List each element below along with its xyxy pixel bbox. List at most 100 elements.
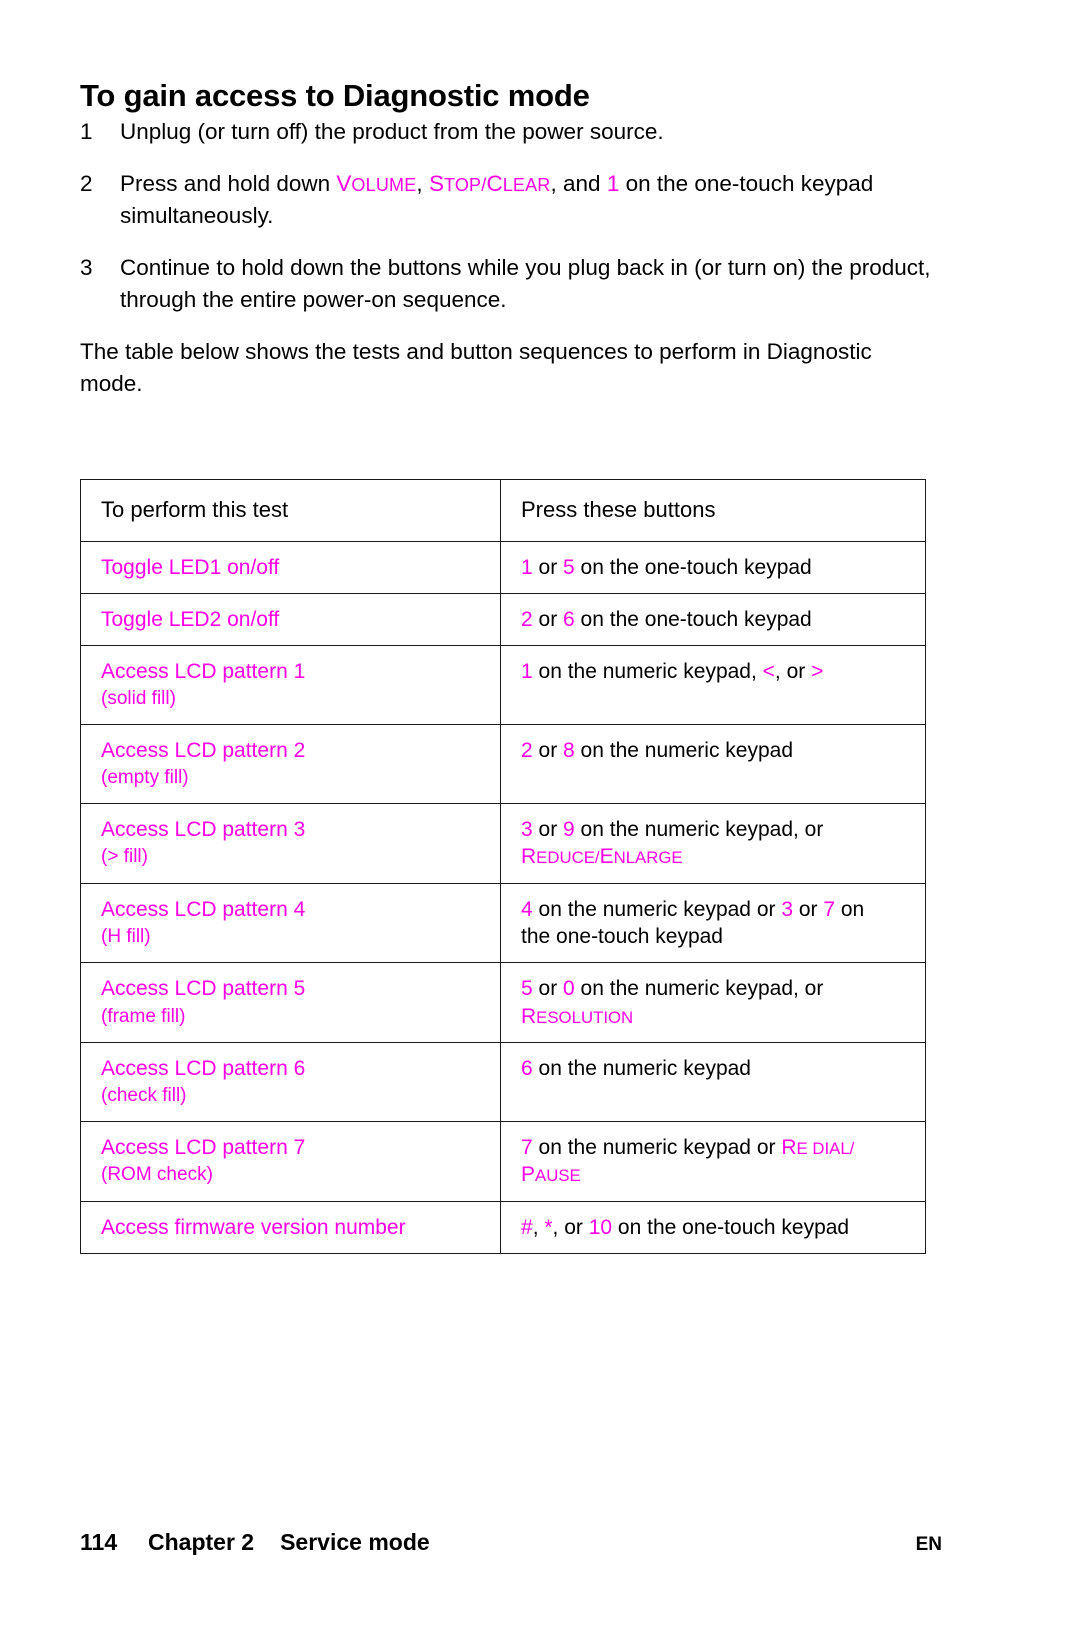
- diagnostic-tests-table: To perform this test Press these buttons…: [80, 479, 926, 1254]
- step-number: 2: [80, 170, 93, 196]
- press-text: or: [532, 607, 564, 631]
- footer-section-name: Service mode: [280, 1529, 430, 1555]
- cell-test-name: Access firmware version number: [80, 1200, 501, 1254]
- table-row: Access LCD pattern 2 (empty fill) 2 or 8 o…: [80, 724, 926, 805]
- press-text: or: [793, 897, 824, 921]
- footer-language-code: EN: [915, 1534, 942, 1555]
- button-key: 6: [521, 1056, 533, 1080]
- press-text: on the numeric keypad or: [532, 897, 782, 921]
- press-text: on the numeric keypad: [532, 1056, 751, 1080]
- button-key: 7: [823, 897, 836, 921]
- intro-paragraph: The table below shows the tests and butt…: [80, 338, 872, 396]
- button-key: 7: [521, 1135, 533, 1159]
- button-name-volume: VOLUME: [336, 170, 417, 196]
- button-key: 3: [781, 897, 794, 921]
- button-key: 5: [521, 977, 533, 1001]
- cell-press-buttons: 1 on the numeric keypad, <, or >: [500, 645, 926, 726]
- test-name-sublabel: (check fill): [101, 1085, 187, 1107]
- table-row: Access LCD pattern 7 (ROM check) 7 on the …: [80, 1120, 926, 1202]
- press-text: or: [532, 977, 564, 1001]
- button-key: 8: [563, 739, 575, 763]
- button-key: >: [811, 660, 824, 684]
- press-line: 5 or 0 on the numeric keypad, or: [521, 977, 823, 1000]
- button-key: 0: [563, 977, 575, 1001]
- button-key: #: [521, 1215, 533, 1239]
- press-line: 6 on the numeric keypad: [521, 1057, 751, 1080]
- press-line: 1 on the numeric keypad, <, or >: [521, 660, 823, 683]
- cell-press-buttons: 5 or 0 on the numeric keypad, or RESOLUTI…: [500, 962, 926, 1043]
- press-text: on the numeric keypad, or: [574, 977, 824, 1001]
- button-key: 9: [563, 818, 575, 842]
- column-header-test: To perform this test: [80, 479, 501, 542]
- cell-press-buttons: 6 on the numeric keypad: [500, 1041, 926, 1122]
- button-name-initial: R: [521, 845, 537, 869]
- test-name-label: Access firmware version number: [101, 1215, 406, 1239]
- cell-test-name: Access LCD pattern 4 (H fill): [80, 882, 501, 964]
- press-line: 2 or 6 on the one-touch keypad: [521, 608, 812, 631]
- button-key: <: [762, 660, 775, 684]
- table-row: Toggle LED1 on/off 1 or 5 on the one-touc…: [80, 540, 926, 594]
- press-line: 1 or 5 on the one-touch keypad: [521, 556, 812, 579]
- cell-test-name: Access LCD pattern 5 (frame fill): [80, 962, 501, 1043]
- press-text: on: [835, 897, 865, 921]
- test-name-label: Toggle LED2 on/off: [101, 607, 280, 631]
- footer-chapter: Chapter 2: [148, 1529, 255, 1555]
- cell-press-buttons: #, *, or 10 on the one-touch keypad: [500, 1200, 926, 1254]
- press-text: on the one-touch keypad: [574, 555, 812, 579]
- table-row: Access LCD pattern 5 (frame fill) 5 or 0 o…: [80, 962, 926, 1043]
- press-text: or: [532, 555, 564, 579]
- step-text: Continue to hold down the buttons while …: [120, 254, 931, 312]
- cell-press-buttons: 2 or 8 on the numeric keypad: [500, 724, 926, 805]
- step-item-1: 1 Unplug (or turn off) the product from …: [80, 116, 942, 148]
- press-line: 3 or 9 on the numeric keypad, or: [521, 818, 823, 841]
- press-text: ,: [532, 1215, 545, 1239]
- press-text: on the numeric keypad or: [532, 1135, 782, 1159]
- button-name-initial: E: [599, 845, 614, 869]
- cell-test-name: Access LCD pattern 1 (solid fill): [80, 645, 501, 726]
- step-item-2: 2 Press and hold down VOLUME, STOP/CLEAR…: [80, 168, 942, 232]
- step-text: Unplug (or turn off) the product from th…: [120, 116, 942, 148]
- press-text: on the numeric keypad,: [532, 660, 763, 684]
- test-name-sublabel: (frame fill): [101, 1005, 186, 1027]
- press-text: on the numeric keypad: [574, 739, 794, 763]
- cell-press-buttons: 3 or 9 on the numeric keypad, or REDUCE/E…: [500, 803, 926, 884]
- press-line: REDUCE/ENLARGE: [521, 843, 925, 870]
- button-key: 1: [521, 555, 533, 579]
- button-key: 1: [521, 660, 533, 684]
- button-key: *: [544, 1215, 553, 1239]
- button-name-one: 1: [606, 170, 620, 196]
- button-name-smallcaps: AUSE: [535, 1166, 581, 1186]
- test-name-sublabel: (ROM check): [101, 1164, 213, 1186]
- test-name-label: Access LCD pattern 2: [101, 739, 306, 763]
- press-line: 2 or 8 on the numeric keypad: [521, 739, 793, 762]
- step-1-body: Unplug (or turn off) the product from th…: [120, 119, 664, 144]
- button-name-initial: R: [521, 1004, 537, 1028]
- press-text: on the one-touch keypad: [574, 607, 812, 631]
- test-name-label: Access LCD pattern 3: [101, 818, 306, 842]
- button-name-initial: R: [781, 1135, 797, 1159]
- test-name-sublabel: (H fill): [101, 926, 151, 948]
- diagnostic-tests-table-wrapper: To perform this test Press these buttons…: [80, 479, 926, 1254]
- table-row: Access LCD pattern 1 (solid fill) 1 on the…: [80, 645, 926, 726]
- test-name-sublabel: (empty fill): [101, 767, 189, 789]
- cell-test-name: Access LCD pattern 7 (ROM check): [80, 1120, 501, 1202]
- table-row: Toggle LED2 on/off 2 or 6 on the one-touc…: [80, 592, 926, 647]
- press-line: PAUSE: [521, 1161, 925, 1188]
- button-key: 10: [588, 1215, 613, 1239]
- button-name-smallcaps: NLARGE: [613, 848, 683, 868]
- step-number: 1: [80, 119, 93, 144]
- step-item-3: 3 Continue to hold down the buttons whil…: [80, 252, 942, 316]
- press-text: the one-touch keypad: [521, 925, 723, 949]
- press-text: , or: [552, 1215, 589, 1239]
- test-name-sublabel: (solid fill): [101, 688, 176, 710]
- button-name-smallcaps: EDUCE/: [536, 848, 600, 868]
- button-key: 2: [521, 739, 533, 763]
- table-row: Access LCD pattern 3 (> fill) 3 or 9 on th…: [80, 803, 926, 884]
- press-line: the one-touch keypad: [521, 923, 925, 950]
- press-line: #, *, or 10 on the one-touch keypad: [521, 1216, 849, 1239]
- button-name-initial: P: [521, 1163, 536, 1187]
- test-name-label: Access LCD pattern 5: [101, 977, 306, 1001]
- cell-test-name: Toggle LED2 on/off: [80, 592, 501, 647]
- cell-press-buttons: 4 on the numeric keypad or 3 or 7 on the …: [500, 882, 926, 964]
- press-line: 4 on the numeric keypad or 3 or 7 on: [521, 898, 864, 921]
